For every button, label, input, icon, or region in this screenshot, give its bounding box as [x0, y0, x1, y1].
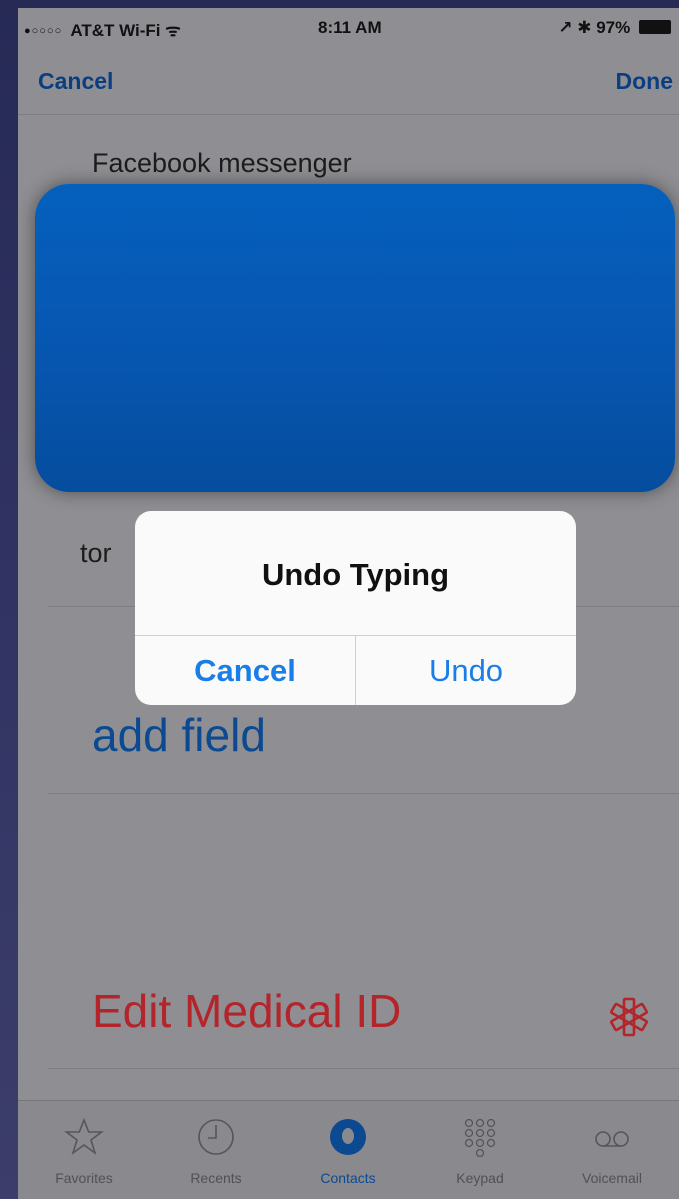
add-field-divider: [48, 793, 679, 794]
alert-undo-button[interactable]: Undo: [356, 636, 576, 705]
battery-icon: [639, 20, 671, 34]
wifi-icon: ᯤ: [165, 21, 181, 40]
tab-label-voicemail: Voicemail: [582, 1170, 642, 1186]
tab-label-recents: Recents: [190, 1170, 242, 1186]
alert-title: Undo Typing: [261, 557, 450, 592]
partial-field-text[interactable]: tor: [80, 538, 112, 569]
battery-percent: ↗ ✱ 97%: [558, 18, 631, 37]
redacted-field-overlay: [35, 184, 675, 492]
carrier-name: AT&T Wi-Fi: [70, 21, 161, 40]
phone-screen: ●○○○○ AT&T Wi-Fi ᯤ 8:11 AM ↗ ✱ 97% Cance…: [18, 8, 679, 1199]
medical-star-icon: [609, 997, 649, 1037]
tab-label-contacts: Contacts: [320, 1170, 376, 1186]
status-right: ↗ ✱ 97%: [558, 18, 671, 38]
nav-divider: [18, 114, 679, 115]
status-bar: ●○○○○ AT&T Wi-Fi ᯤ 8:11 AM ↗ ✱ 97%: [18, 8, 679, 48]
status-time: 8:11 AM: [318, 18, 382, 37]
tab-voicemail[interactable]: Voicemail: [546, 1101, 678, 1199]
alert-cancel-button[interactable]: Cancel: [135, 636, 355, 705]
contact-icon: [330, 1119, 366, 1155]
add-field-button[interactable]: add field: [92, 708, 266, 762]
keypad-icon: [464, 1118, 496, 1157]
nav-bar: Cancel Done: [18, 60, 679, 112]
edit-medical-id-button[interactable]: Edit Medical ID: [92, 984, 401, 1038]
tab-bar: Favorites Recents Contacts Keypad Voicem…: [18, 1100, 679, 1199]
voicemail-icon: [595, 1131, 629, 1147]
clock-icon: [198, 1119, 234, 1155]
medical-divider: [48, 1068, 679, 1069]
tab-favorites[interactable]: Favorites: [18, 1101, 150, 1199]
tab-contacts[interactable]: Contacts: [282, 1101, 414, 1199]
tab-recents[interactable]: Recents: [150, 1101, 282, 1199]
tab-label-favorites: Favorites: [55, 1170, 113, 1186]
done-button[interactable]: Done: [616, 68, 674, 95]
tab-label-keypad: Keypad: [456, 1170, 504, 1186]
cancel-button[interactable]: Cancel: [38, 68, 113, 95]
tab-keypad[interactable]: Keypad: [414, 1101, 546, 1199]
app-name-field[interactable]: Facebook messenger: [92, 148, 352, 179]
star-icon: [64, 1117, 104, 1156]
undo-typing-alert: Undo Typing Cancel Undo: [135, 511, 576, 705]
carrier-info: ●○○○○ AT&T Wi-Fi ᯤ: [24, 18, 181, 41]
signal-strength: ●○○○○: [24, 25, 63, 37]
